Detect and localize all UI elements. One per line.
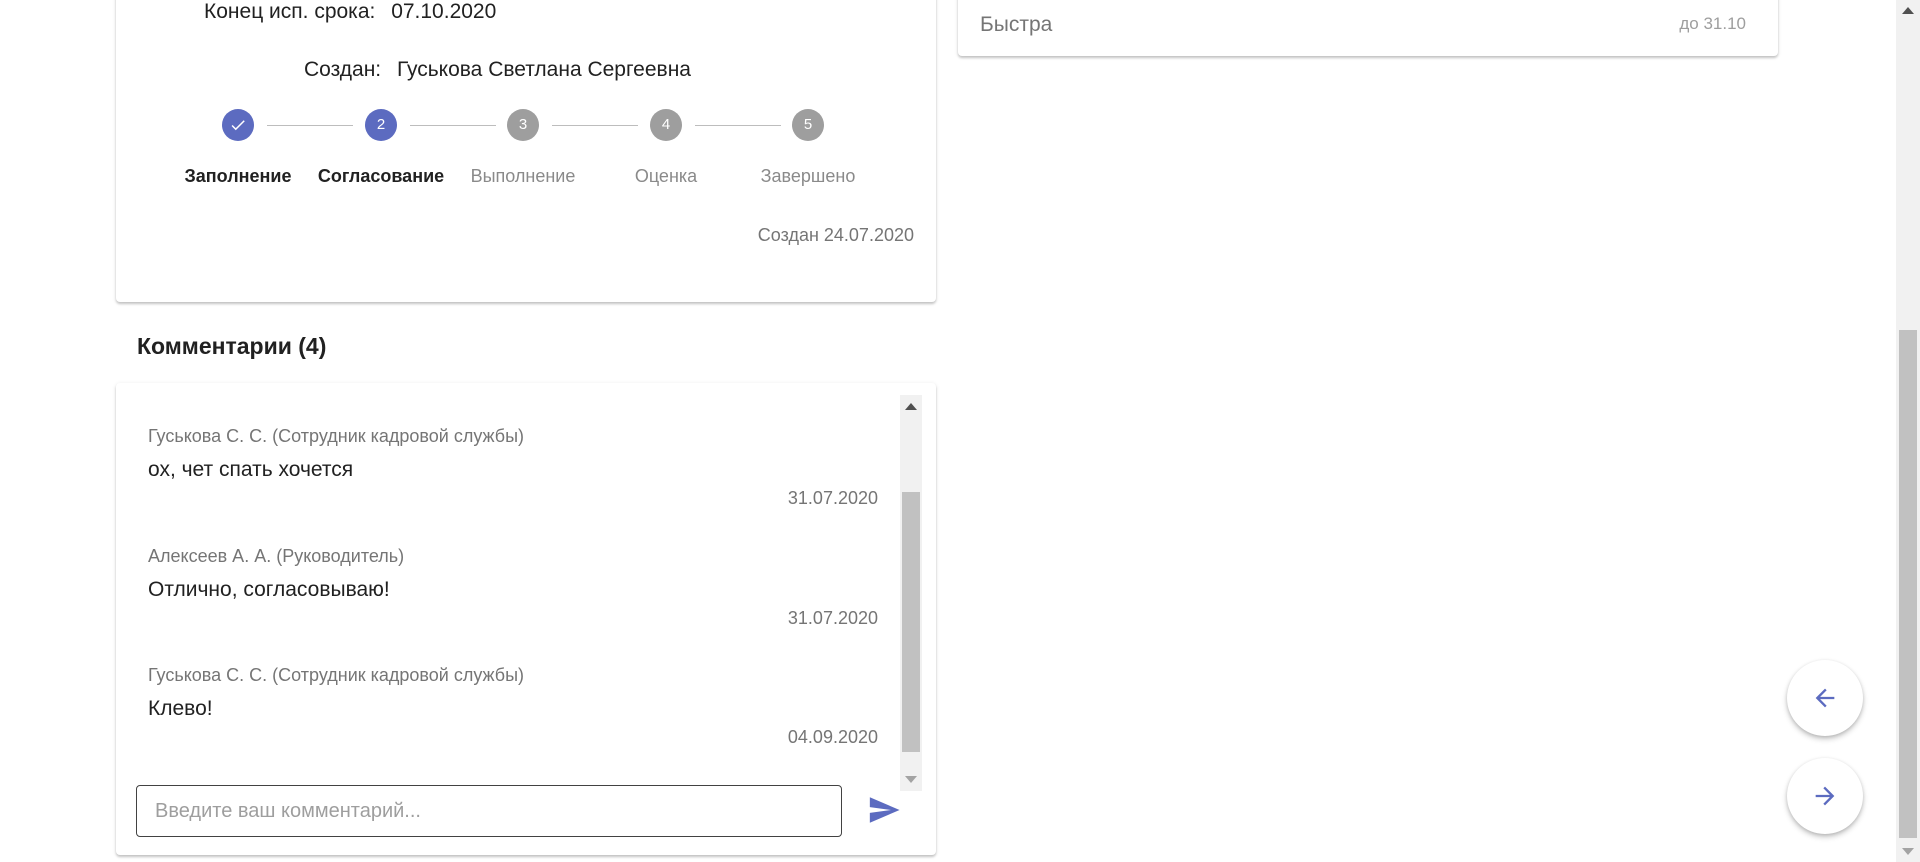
step-3: 3: [507, 109, 539, 141]
page-scroll-up-icon[interactable]: [1902, 7, 1914, 14]
step-connector: [410, 125, 496, 126]
step-connector: [695, 125, 781, 126]
send-icon: [869, 796, 900, 823]
comments-card: Гуськова С. С. (Сотрудник кадровой служб…: [116, 383, 936, 855]
comment-item: Гуськова С. С. (Сотрудник кадровой служб…: [148, 665, 878, 747]
created-by-label: Создан:: [304, 58, 382, 81]
comment-date: 31.07.2020: [787, 608, 878, 628]
comment-date: 31.07.2020: [787, 488, 878, 508]
comment-text: Отлично, согласовываю!: [148, 578, 390, 601]
send-comment-button[interactable]: [864, 791, 904, 831]
comment-item: Алексеев А. А. (Руководитель) Отлично, с…: [148, 546, 878, 628]
arrow-right-icon: [1815, 786, 1835, 806]
step-connector: [552, 125, 638, 126]
comment-item: Гуськова С. С. (Сотрудник кадровой служб…: [148, 426, 878, 508]
arrow-left-icon: [1815, 688, 1835, 708]
created-by-value: Гуськова Светлана Сергеевна: [396, 58, 691, 81]
page-scroll-down-icon[interactable]: [1902, 848, 1914, 855]
task-due: до 31.10: [1679, 14, 1746, 33]
step-label-approval: Согласование: [317, 166, 445, 186]
comment-list[interactable]: Гуськова С. С. (Сотрудник кадровой служб…: [116, 383, 906, 779]
end-date-row: Конец исп. срока: 07.10.2020: [204, 0, 496, 24]
scroll-up-arrow-icon[interactable]: [905, 403, 917, 410]
comment-text: Клево!: [148, 697, 213, 720]
end-date-value: 07.10.2020: [391, 0, 497, 23]
comment-author: Гуськова С. С. (Сотрудник кадровой служб…: [148, 426, 525, 446]
step-label-evaluation: Оценка: [634, 166, 698, 186]
step-label-filling: Заполнение: [184, 166, 292, 186]
comments-title: Комментарии (4): [137, 333, 327, 359]
created-date: Создан 24.07.2020: [757, 225, 914, 245]
comment-input[interactable]: [136, 785, 842, 837]
end-date-label: Конец исп. срока:: [204, 0, 376, 23]
comment-text: ох, чет спать хочется: [148, 458, 354, 481]
step-label-completed: Завершено: [760, 166, 856, 186]
page-scrollbar-thumb[interactable]: [1899, 330, 1917, 838]
scroll-down-arrow-icon[interactable]: [905, 776, 917, 783]
page-scrollbar[interactable]: [1896, 0, 1920, 862]
previous-button[interactable]: [1787, 660, 1863, 736]
step-connector: [267, 125, 353, 126]
task-card[interactable]: Быстра до 31.10: [958, 0, 1778, 56]
check-icon: [231, 120, 245, 131]
comments-scrollbar-thumb[interactable]: [902, 492, 920, 752]
created-by-row: Создан: Гуськова Светлана Сергеевна: [304, 58, 691, 82]
step-1-done: [222, 109, 254, 141]
comment-author: Гуськова С. С. (Сотрудник кадровой служб…: [148, 665, 525, 685]
step-label-execution: Выполнение: [470, 166, 576, 186]
step-2: 2: [365, 109, 397, 141]
task-name: Быстра: [980, 13, 1053, 36]
next-button[interactable]: [1787, 758, 1863, 834]
comment-date: 04.09.2020: [787, 727, 878, 747]
comment-author: Алексеев А. А. (Руководитель): [148, 546, 405, 566]
request-info-card: Конец исп. срока: 07.10.2020 Создан: Гус…: [116, 0, 936, 302]
comments-scrollbar[interactable]: [900, 395, 922, 791]
step-5: 5: [792, 109, 824, 141]
step-4: 4: [650, 109, 682, 141]
